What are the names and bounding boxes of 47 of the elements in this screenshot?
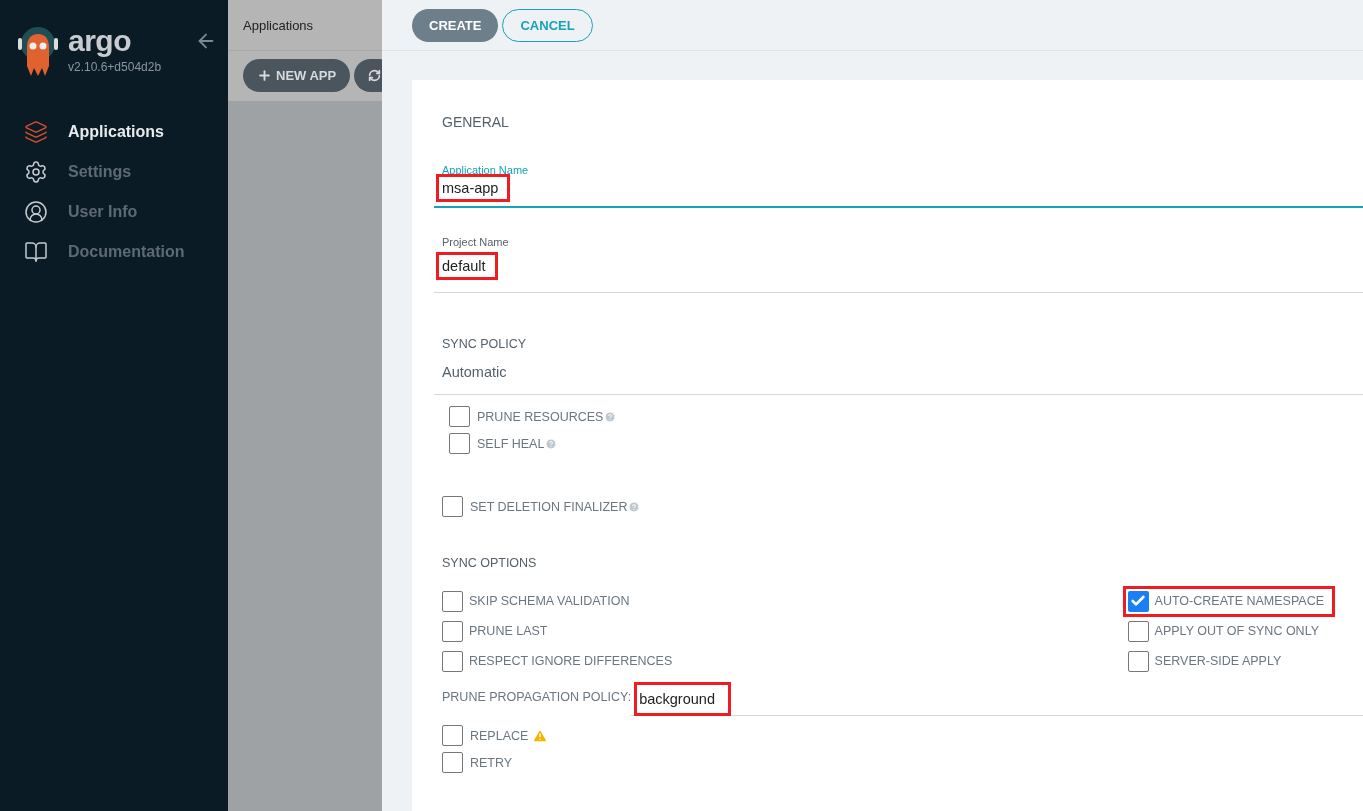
- checkbox[interactable]: [1127, 650, 1149, 672]
- option-label: PRUNE RESOURCES: [477, 409, 604, 424]
- field-label: PRUNE PROPAGATION POLICY:: [442, 690, 632, 706]
- option-label: SERVER-SIDE APPLY: [1154, 654, 1282, 668]
- plus-icon: [257, 68, 272, 83]
- checkbox[interactable]: [442, 590, 463, 612]
- nav-item[interactable]: Applications: [18, 112, 228, 152]
- checkbox[interactable]: [1127, 620, 1149, 642]
- logo-text: argo: [68, 26, 132, 56]
- checkbox[interactable]: [442, 650, 463, 672]
- checkbox[interactable]: [1127, 590, 1149, 612]
- option-label: SELF HEAL: [477, 436, 545, 451]
- text-field[interactable]: Application Name msa-app: [434, 164, 1363, 208]
- option-label: RESPECT IGNORE DIFFERENCES: [469, 654, 673, 668]
- checkbox[interactable]: [449, 406, 470, 427]
- checkbox[interactable]: [442, 496, 463, 517]
- sync-icon: [368, 69, 382, 82]
- panel-title: Applications: [228, 0, 382, 51]
- text-field[interactable]: Project Name default: [434, 236, 1363, 293]
- octopus-logo-icon: [18, 26, 58, 78]
- section-title: GENERAL: [442, 114, 510, 130]
- nav-item[interactable]: User Info: [18, 192, 228, 232]
- propagation-dropdown[interactable]: background: [631, 682, 1363, 716]
- checkbox[interactable]: [442, 725, 463, 746]
- check-icon: [1130, 593, 1147, 609]
- nav-item[interactable]: Settings: [18, 152, 228, 192]
- layers-icon: [24, 120, 48, 144]
- new-app-button[interactable]: NEW APP: [243, 59, 351, 92]
- section-title: SYNC POLICY: [442, 337, 528, 351]
- book-icon: [24, 240, 48, 264]
- create-button[interactable]: CREATE: [412, 8, 499, 42]
- version-text: v2.10.6+d504d2b: [68, 60, 162, 74]
- option-label: SET DELETION FINALIZER: [470, 499, 628, 514]
- option-label: APPLY OUT OF SYNC ONLY: [1154, 624, 1319, 638]
- user-icon: [24, 200, 48, 224]
- sync-policy-dropdown[interactable]: Automatic: [434, 363, 1363, 395]
- gear-icon: [24, 160, 48, 184]
- checkbox[interactable]: [442, 620, 463, 642]
- checkbox[interactable]: [449, 433, 470, 454]
- nav-item[interactable]: Documentation: [18, 232, 228, 272]
- option-label: REPLACE: [470, 728, 529, 743]
- checkbox[interactable]: [442, 752, 463, 773]
- option-label: RETRY: [470, 755, 513, 770]
- section-title: SYNC OPTIONS: [442, 556, 538, 570]
- option-label: SKIP SCHEMA VALIDATION: [469, 594, 630, 608]
- option-label: PRUNE LAST: [469, 624, 548, 638]
- option-label: AUTO-CREATE NAMESPACE: [1154, 594, 1325, 608]
